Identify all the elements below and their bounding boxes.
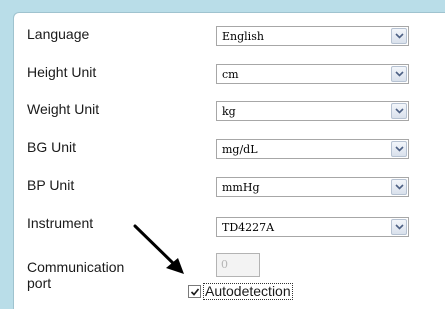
bg-unit-value: mg/dL xyxy=(222,143,258,156)
language-select[interactable]: English xyxy=(216,26,409,46)
communication-port-label-line2: port xyxy=(27,275,52,291)
language-value: English xyxy=(222,30,264,43)
chevron-down-icon[interactable] xyxy=(391,66,407,82)
autodetection-checkbox[interactable] xyxy=(188,285,201,298)
chevron-down-icon[interactable] xyxy=(391,179,407,195)
height-unit-value: cm xyxy=(222,68,239,81)
communication-port-value: 0 xyxy=(221,258,228,271)
chevron-down-icon[interactable] xyxy=(391,219,407,235)
weight-unit-select[interactable]: kg xyxy=(216,101,409,121)
chevron-down-icon[interactable] xyxy=(391,28,407,44)
communication-port-label: Communication port xyxy=(27,259,124,291)
instrument-value: TD4227A xyxy=(222,221,275,234)
instrument-select[interactable]: TD4227A xyxy=(216,217,409,237)
bg-unit-select[interactable]: mg/dL xyxy=(216,139,409,159)
weight-unit-value: kg xyxy=(222,105,236,118)
bp-unit-value: mmHg xyxy=(222,181,260,194)
chevron-down-icon[interactable] xyxy=(391,103,407,119)
communication-port-input[interactable]: 0 xyxy=(216,253,260,277)
weight-unit-label: Weight Unit xyxy=(27,101,100,117)
autodetection-label[interactable]: Autodetection xyxy=(203,283,293,300)
height-unit-select[interactable]: cm xyxy=(216,64,409,84)
chevron-down-icon[interactable] xyxy=(391,141,407,157)
bp-unit-select[interactable]: mmHg xyxy=(216,177,409,197)
bp-unit-label: BP Unit xyxy=(27,177,75,193)
check-icon xyxy=(190,288,200,296)
instrument-label: Instrument xyxy=(27,215,94,231)
communication-port-label-line1: Communication xyxy=(27,259,125,275)
arrow-pointer-icon xyxy=(133,224,184,274)
bg-unit-label: BG Unit xyxy=(27,139,77,155)
height-unit-label: Height Unit xyxy=(27,64,97,80)
language-label: Language xyxy=(27,26,90,42)
